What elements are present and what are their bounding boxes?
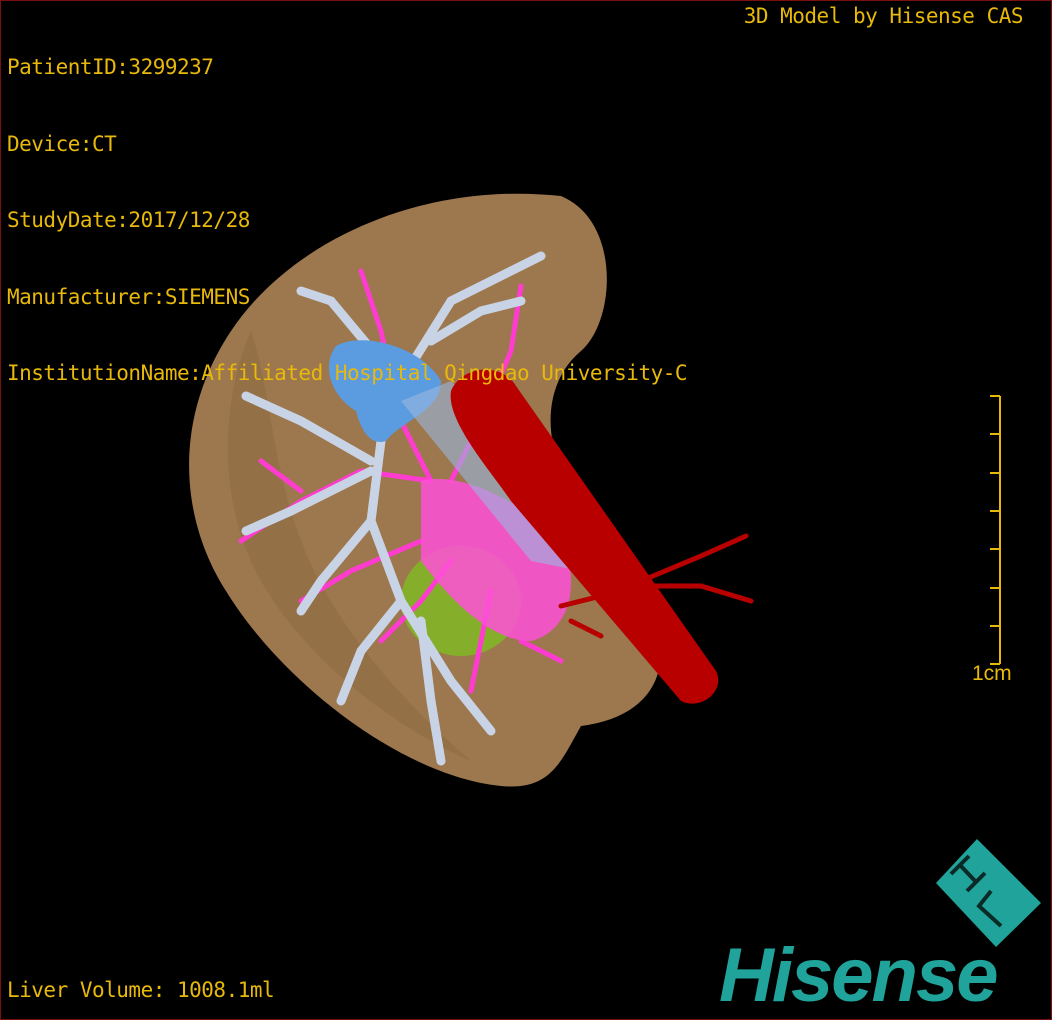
patient-id: PatientID:3299237 [7, 55, 214, 79]
hl-logo-icon [936, 839, 1041, 947]
device: Device:CT [7, 131, 117, 156]
patient-info-overlay: PatientID:3299237 Device:CT StudyDate:20… [7, 4, 688, 438]
model-caption: 3D Model by Hisense CAS [743, 4, 1024, 28]
hisense-logo: Hisense [719, 933, 998, 1018]
scale-bar [990, 395, 1001, 665]
manufacturer: Manufacturer:SIEMENS [7, 284, 250, 309]
institution-name: InstitutionName:Affiliated Hospital Qing… [7, 361, 688, 385]
scale-bar-label: 1cm [972, 662, 1012, 685]
3d-viewer[interactable]: PatientID:3299237 Device:CT StudyDate:20… [0, 0, 1052, 1020]
liver-volume: Liver Volume: 1008.1ml [7, 978, 275, 1002]
study-date: StudyDate:2017/12/28 [7, 208, 250, 232]
